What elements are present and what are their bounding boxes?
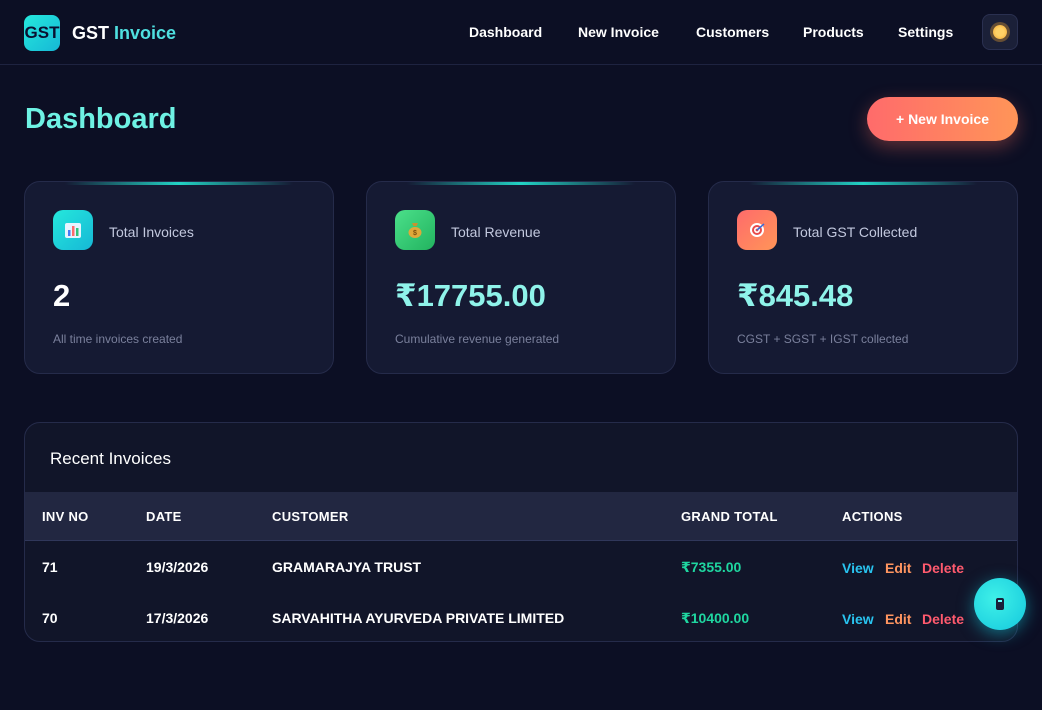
- stat-subtitle: CGST + SGST + IGST collected: [737, 332, 909, 346]
- delete-button[interactable]: Delete: [922, 611, 964, 627]
- view-button[interactable]: View: [842, 611, 874, 627]
- table-row: 70 17/3/2026 SARVAHITHA AYURVEDA PRIVATE…: [25, 593, 1017, 641]
- stat-value: ₹17755.00: [395, 278, 546, 313]
- edit-button[interactable]: Edit: [885, 611, 911, 627]
- stat-value: ₹845.48: [737, 278, 854, 313]
- brand-logo: GST: [24, 15, 60, 51]
- stat-label: Total Revenue: [451, 224, 541, 240]
- recent-invoices-card: Recent Invoices INV NO DATE CUSTOMER GRA…: [24, 422, 1018, 642]
- delete-button[interactable]: Delete: [922, 560, 964, 576]
- column-header-inv-no: INV NO: [42, 509, 89, 524]
- column-header-date: DATE: [146, 509, 182, 524]
- stat-card-total-revenue: $ Total Revenue ₹17755.00 Cumulative rev…: [366, 181, 676, 374]
- nav-customers[interactable]: Customers: [696, 24, 769, 40]
- nav-dashboard[interactable]: Dashboard: [469, 24, 542, 40]
- nav-new-invoice[interactable]: New Invoice: [578, 24, 659, 40]
- top-navbar: GST GST Invoice Dashboard New Invoice Cu…: [0, 0, 1042, 65]
- brand[interactable]: GST GST Invoice: [24, 15, 176, 51]
- calculator-fab-button[interactable]: [974, 578, 1026, 630]
- cell-grand-total: ₹10400.00: [681, 610, 750, 626]
- cell-date: 17/3/2026: [146, 610, 209, 626]
- brand-name: GST Invoice: [72, 23, 176, 44]
- money-bag-icon: $: [395, 210, 435, 250]
- cell-grand-total: ₹7355.00: [681, 559, 742, 575]
- cell-inv-no: 71: [42, 559, 58, 575]
- cell-customer: SARVAHITHA AYURVEDA PRIVATE LIMITED: [272, 610, 565, 626]
- recent-invoices-title: Recent Invoices: [50, 449, 171, 468]
- brand-name-accent: Invoice: [114, 22, 177, 43]
- target-icon: [737, 210, 777, 250]
- brand-name-prefix: GST: [72, 22, 110, 43]
- table-row: 71 19/3/2026 GRAMARAJYA TRUST ₹7355.00 V…: [25, 542, 1017, 592]
- stat-card-total-invoices: Total Invoices 2 All time invoices creat…: [24, 181, 334, 374]
- edit-button[interactable]: Edit: [885, 560, 911, 576]
- stat-label: Total GST Collected: [793, 224, 918, 240]
- table-header-row: INV NO DATE CUSTOMER GRAND TOTAL ACTIONS: [25, 492, 1017, 541]
- page-title: Dashboard: [25, 103, 177, 135]
- stat-subtitle: Cumulative revenue generated: [395, 332, 560, 346]
- cell-date: 19/3/2026: [146, 559, 209, 575]
- column-header-actions: ACTIONS: [842, 509, 903, 524]
- sun-icon: [993, 25, 1007, 39]
- view-button[interactable]: View: [842, 560, 874, 576]
- calculator-icon: [996, 598, 1004, 610]
- nav-settings[interactable]: Settings: [898, 24, 953, 40]
- stat-value: 2: [53, 278, 71, 313]
- bar-chart-icon: [53, 210, 93, 250]
- column-header-grand-total: GRAND TOTAL: [681, 509, 778, 524]
- stat-card-total-gst: Total GST Collected ₹845.48 CGST + SGST …: [708, 181, 1018, 374]
- nav-products[interactable]: Products: [803, 24, 864, 40]
- stat-label: Total Invoices: [109, 224, 194, 240]
- stat-subtitle: All time invoices created: [53, 332, 183, 346]
- theme-toggle-button[interactable]: [982, 14, 1018, 50]
- svg-text:$: $: [413, 230, 417, 237]
- column-header-customer: CUSTOMER: [272, 509, 349, 524]
- cell-customer: GRAMARAJYA TRUST: [272, 559, 422, 575]
- cell-inv-no: 70: [42, 610, 58, 626]
- new-invoice-button[interactable]: + New Invoice: [867, 97, 1018, 141]
